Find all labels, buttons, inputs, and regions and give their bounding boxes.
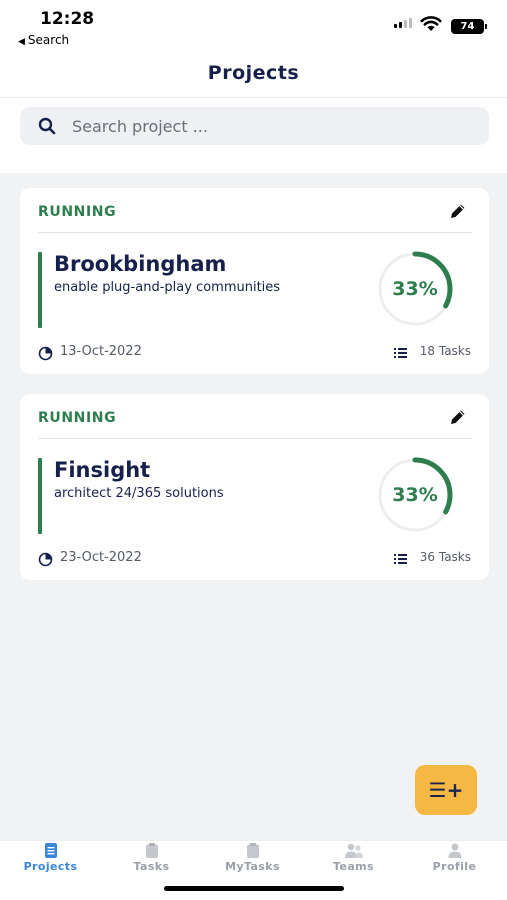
bottom-tab-bar: Projects Tasks MyTasks Teams Profile	[0, 840, 507, 900]
progress-percent: 33%	[392, 484, 438, 506]
back-to-search-link[interactable]: ◀ Search	[18, 33, 69, 47]
search-bar[interactable]	[20, 107, 489, 145]
project-status: RUNNING	[38, 204, 117, 220]
add-project-button[interactable]: ☰+	[415, 765, 477, 815]
accent-bar	[38, 458, 42, 534]
status-time: 12:28	[40, 9, 95, 29]
tab-projects[interactable]: Projects	[0, 841, 101, 881]
tab-label: Teams	[333, 860, 374, 873]
accent-bar	[38, 252, 42, 328]
project-status: RUNNING	[38, 410, 117, 426]
project-date: 23-Oct-2022	[60, 550, 142, 565]
tab-label: Tasks	[133, 860, 170, 873]
tab-label: Profile	[432, 860, 477, 873]
projects-doc-icon	[44, 843, 57, 858]
search-input[interactable]	[72, 107, 472, 145]
header-divider	[0, 97, 507, 98]
search-icon	[38, 117, 56, 135]
card-divider	[38, 232, 472, 233]
clipboard-icon	[145, 843, 158, 858]
tab-profile[interactable]: Profile	[404, 841, 505, 881]
project-date: 13-Oct-2022	[60, 344, 142, 359]
wifi-icon	[420, 16, 442, 31]
project-card[interactable]: RUNNING Brookbingham enable plug-and-pla…	[20, 188, 489, 374]
project-list: RUNNING Brookbingham enable plug-and-pla…	[0, 173, 507, 840]
page-title: Projects	[207, 62, 300, 84]
signal-icon	[394, 18, 412, 28]
back-triangle-icon: ◀	[18, 37, 25, 47]
edit-pencil-icon[interactable]	[449, 202, 467, 220]
tab-tasks[interactable]: Tasks	[101, 841, 202, 881]
clipboard-icon	[246, 843, 259, 858]
task-list-icon	[394, 348, 407, 358]
progress-percent: 33%	[392, 278, 438, 300]
team-icon	[344, 843, 363, 858]
tab-teams[interactable]: Teams	[303, 841, 404, 881]
task-count: 18 Tasks	[419, 344, 471, 358]
project-description: architect 24/365 solutions	[54, 486, 224, 501]
clock-icon	[38, 552, 53, 567]
back-label: Search	[27, 33, 70, 47]
edit-pencil-icon[interactable]	[449, 408, 467, 426]
project-description: enable plug-and-play communities	[54, 280, 281, 295]
home-indicator	[164, 886, 344, 891]
project-name: Brookbingham	[54, 252, 227, 276]
progress-ring: 33%	[368, 250, 462, 328]
project-card[interactable]: RUNNING Finsight architect 24/365 soluti…	[20, 394, 489, 580]
task-list-icon	[394, 554, 407, 564]
user-icon	[448, 843, 461, 858]
card-divider	[38, 438, 472, 439]
clock-icon	[38, 346, 53, 361]
tab-label: Projects	[23, 860, 78, 873]
status-bar: 12:28 ◀ Search 74	[0, 0, 507, 50]
tab-label: MyTasks	[225, 860, 280, 873]
progress-ring: 33%	[368, 456, 462, 534]
project-name: Finsight	[54, 458, 151, 482]
task-count: 36 Tasks	[419, 550, 471, 564]
tab-mytasks[interactable]: MyTasks	[202, 841, 303, 881]
battery-icon: 74	[451, 19, 487, 34]
